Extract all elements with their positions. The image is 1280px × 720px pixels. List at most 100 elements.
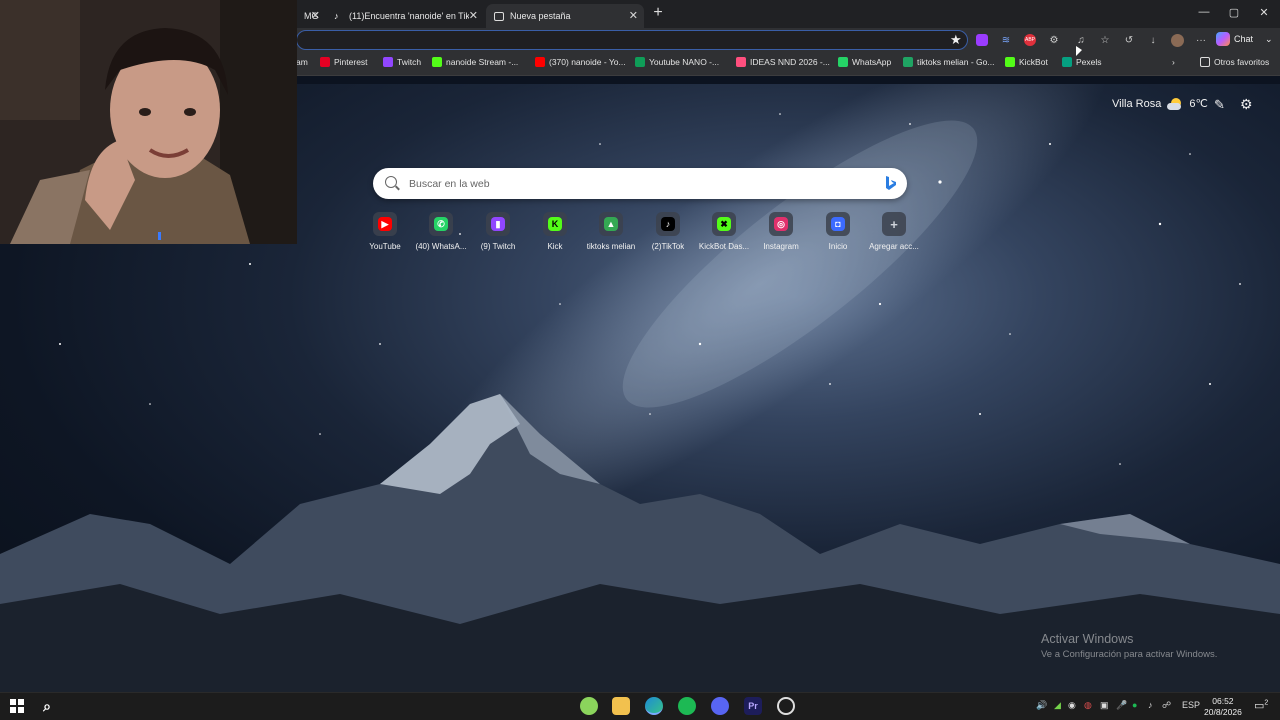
spotify-tray-icon[interactable]: ● bbox=[1132, 700, 1137, 710]
quick-link-tile[interactable]: K Kick bbox=[527, 212, 583, 251]
network-icon[interactable]: ☍ bbox=[1162, 700, 1171, 711]
quick-link-icon-tile: ▮ bbox=[486, 212, 510, 236]
quick-link-tile[interactable]: ▮ (9) Twitch bbox=[470, 212, 526, 251]
quick-link-label: Agregar acc... bbox=[869, 242, 919, 251]
bookmark-favicon-icon bbox=[535, 57, 545, 67]
maximize-button[interactable]: ▢ bbox=[1224, 6, 1244, 19]
extension-purple-icon[interactable] bbox=[976, 34, 988, 46]
bookmark-item[interactable]: Twitch bbox=[383, 57, 421, 67]
activate-title: Activar Windows bbox=[1041, 632, 1134, 646]
bookmark-item[interactable]: Pinterest bbox=[320, 57, 368, 67]
webcam-person-image bbox=[0, 0, 297, 244]
tab-3-active[interactable]: Nueva pestaña ✕ bbox=[486, 4, 644, 28]
bookmark-favicon-icon bbox=[383, 57, 393, 67]
minimize-button[interactable]: — bbox=[1194, 6, 1214, 18]
adblock-icon[interactable]: ABP bbox=[1024, 34, 1036, 46]
edit-pencil-icon[interactable]: ✎ bbox=[1214, 97, 1225, 113]
extensions-puzzle-icon[interactable]: ⚙ bbox=[1047, 33, 1061, 47]
quick-link-tile[interactable]: ✖ KickBot Das... bbox=[696, 212, 752, 251]
close-tab-icon[interactable]: ✕ bbox=[311, 9, 320, 23]
quick-link-icon: K bbox=[548, 217, 562, 231]
search-icon bbox=[385, 176, 397, 188]
tab-1[interactable]: MG ✕ bbox=[296, 4, 326, 28]
quick-link-icon: ◎ bbox=[774, 217, 788, 231]
copilot-chat-button[interactable]: Chat ⌄ bbox=[1216, 32, 1273, 46]
speaker-icon[interactable]: ♪ bbox=[1148, 700, 1153, 710]
tab-title: Nueva pestaña bbox=[510, 11, 571, 21]
quick-link-tile[interactable]: ▶ YouTube bbox=[357, 212, 413, 251]
history-icon[interactable]: ↺ bbox=[1122, 33, 1136, 47]
bookmark-item[interactable]: Pexels bbox=[1062, 57, 1102, 67]
more-menu-icon[interactable]: ··· bbox=[1194, 33, 1208, 47]
edge-browser-icon[interactable] bbox=[645, 697, 663, 715]
obs-tray-icon[interactable]: ◍ bbox=[1084, 700, 1092, 711]
tab-2[interactable]: ♪ (11)Encuentra 'nanoide' en TikTok ✕ bbox=[326, 4, 484, 28]
quick-link-icon-tile: + bbox=[882, 212, 906, 236]
quick-link-label: (40) WhatsA... bbox=[415, 242, 467, 251]
premiere-pro-icon[interactable]: Pr bbox=[744, 697, 762, 715]
quick-link-label: tiktoks melian bbox=[586, 242, 636, 251]
bookmark-favicon-icon bbox=[736, 57, 746, 67]
microphone-icon[interactable]: 🎤 bbox=[1116, 700, 1127, 711]
extension-wave-icon[interactable]: ≋ bbox=[999, 33, 1013, 47]
file-explorer-icon[interactable] bbox=[612, 697, 630, 715]
quick-link-icon: ◘ bbox=[831, 217, 845, 231]
close-tab-icon[interactable]: ✕ bbox=[469, 9, 478, 23]
quick-link-tile[interactable]: ▲ tiktoks melian bbox=[583, 212, 639, 251]
downloads-icon[interactable]: ↓ bbox=[1146, 33, 1160, 47]
volume-icon[interactable]: 🔊 bbox=[1036, 700, 1047, 711]
search-input[interactable] bbox=[409, 174, 849, 193]
weather-widget[interactable]: Villa Rosa 6℃ bbox=[1112, 97, 1208, 110]
new-tab-button[interactable]: + bbox=[650, 5, 666, 21]
bookmark-item[interactable]: IDEAS NND 2026 -... bbox=[736, 57, 830, 67]
quick-link-tile[interactable]: ◎ Instagram bbox=[753, 212, 809, 251]
quick-link-icon: ♪ bbox=[661, 217, 675, 231]
clock[interactable]: 06:52 20/8/2026 bbox=[1204, 696, 1242, 718]
quick-link-tile[interactable]: ◘ Inicio bbox=[810, 212, 866, 251]
quick-link-tile[interactable]: ♪ (2)TikTok bbox=[640, 212, 696, 251]
favorite-star-icon[interactable]: ★ bbox=[950, 32, 962, 48]
bookmark-item[interactable]: Youtube NANO -... bbox=[635, 57, 719, 67]
bookmark-item[interactable]: WhatsApp bbox=[838, 57, 891, 67]
quick-link-tile[interactable]: + Agregar acc... bbox=[866, 212, 922, 251]
tab-title: (11)Encuentra 'nanoide' en TikTok bbox=[349, 11, 469, 21]
nvidia-icon[interactable]: ◢ bbox=[1054, 700, 1061, 711]
taskbar-search-icon[interactable]: ⌕ bbox=[38, 697, 56, 715]
obs-studio-icon[interactable] bbox=[777, 697, 795, 715]
partly-cloudy-icon bbox=[1167, 97, 1183, 110]
quick-link-icon-tile: ✖ bbox=[712, 212, 736, 236]
favorites-icon[interactable]: ☆ bbox=[1098, 33, 1112, 47]
language-indicator[interactable]: ESP bbox=[1182, 700, 1200, 710]
app-green-icon[interactable] bbox=[580, 697, 598, 715]
page-settings-gear-icon[interactable]: ⚙ bbox=[1240, 96, 1253, 113]
quick-link-tile[interactable]: ✆ (40) WhatsA... bbox=[413, 212, 469, 251]
bookmark-item[interactable]: tiktoks melian - Go... bbox=[903, 57, 994, 67]
bookmark-item[interactable]: am bbox=[296, 57, 308, 67]
bookmark-favicon-icon bbox=[838, 57, 848, 67]
windows-start-icon[interactable] bbox=[8, 697, 26, 715]
address-bar[interactable] bbox=[296, 30, 968, 50]
media-icon[interactable]: ♫ bbox=[1074, 33, 1088, 47]
discord-tray-icon[interactable]: ◉ bbox=[1068, 700, 1076, 711]
close-tab-icon[interactable]: ✕ bbox=[629, 9, 638, 23]
bookmark-item[interactable]: KickBot bbox=[1005, 57, 1048, 67]
bookmarks-overflow-chevron[interactable]: › bbox=[1172, 57, 1175, 67]
display-tray-icon[interactable]: ▣ bbox=[1100, 700, 1109, 711]
notifications-icon[interactable]: ▭2 bbox=[1254, 699, 1268, 712]
quick-link-label: Inicio bbox=[828, 242, 848, 251]
quick-link-label: KickBot Das... bbox=[698, 242, 750, 251]
spotify-icon[interactable] bbox=[678, 697, 696, 715]
bookmark-favicon-icon bbox=[1062, 57, 1072, 67]
weather-temperature: 6℃ bbox=[1189, 98, 1208, 110]
folder-icon bbox=[1200, 57, 1210, 67]
bookmark-item[interactable]: (370) nanoide - Yo... bbox=[535, 57, 626, 67]
close-window-button[interactable]: ✕ bbox=[1254, 6, 1274, 19]
web-search-box[interactable] bbox=[373, 168, 907, 199]
discord-icon[interactable] bbox=[711, 697, 729, 715]
quick-link-label: YouTube bbox=[369, 242, 401, 251]
bing-logo-icon[interactable] bbox=[885, 176, 897, 191]
other-favorites[interactable]: Otros favoritos bbox=[1200, 57, 1269, 67]
bookmark-item[interactable]: nanoide Stream -... bbox=[432, 57, 518, 67]
profile-avatar[interactable] bbox=[1170, 33, 1184, 47]
quick-link-icon-tile: ♪ bbox=[656, 212, 680, 236]
